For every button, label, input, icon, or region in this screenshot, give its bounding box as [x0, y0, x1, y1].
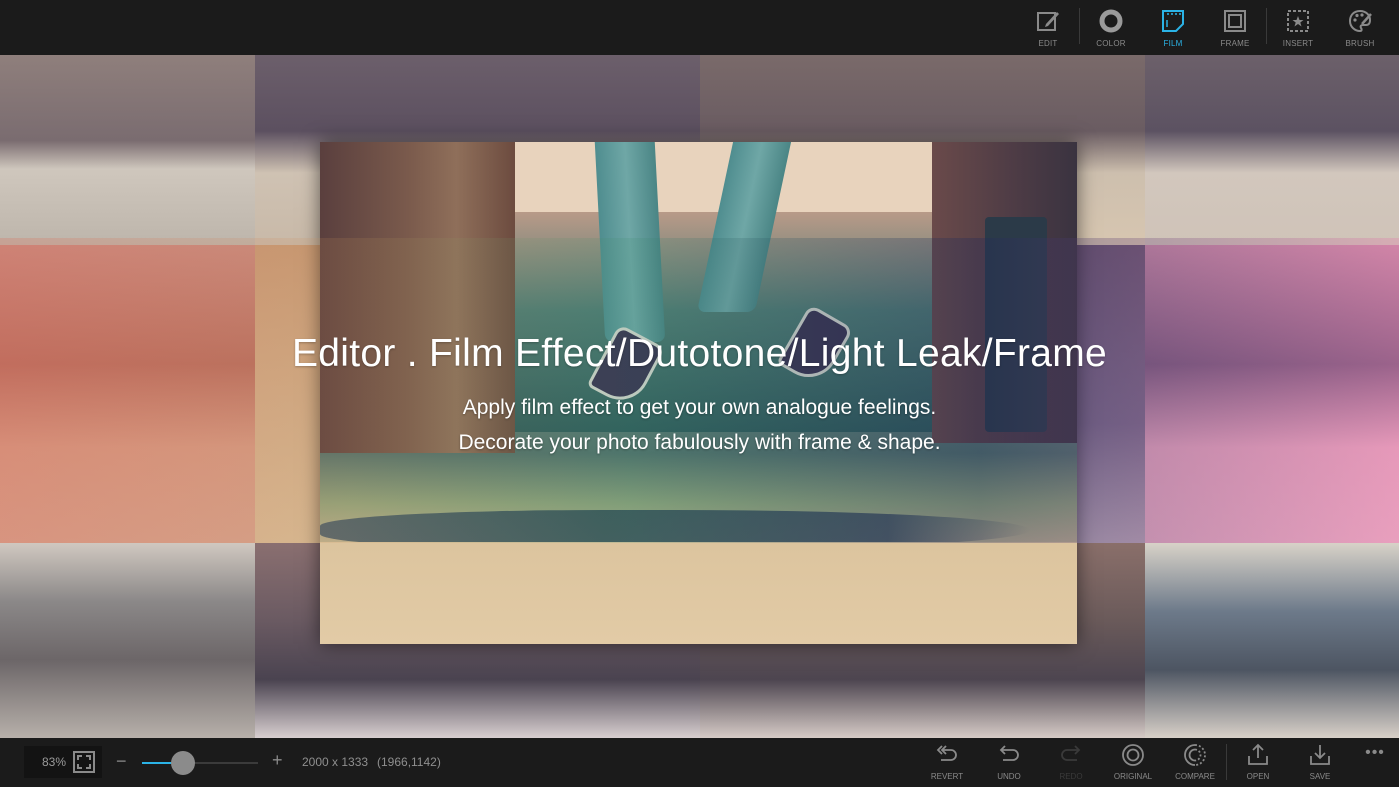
compare-icon: [1184, 744, 1206, 766]
action-label: UNDO: [997, 772, 1021, 781]
film-icon: [1162, 10, 1184, 32]
redo-button[interactable]: REDO: [1040, 738, 1102, 787]
promo-subline-1: Apply film effect to get your own analog…: [462, 396, 937, 419]
color-ring-icon: [1099, 9, 1123, 33]
save-button[interactable]: SAVE: [1289, 738, 1351, 787]
action-label: ORIGINAL: [1113, 772, 1153, 781]
edit-icon: [1037, 12, 1059, 31]
fit-to-screen-icon[interactable]: [73, 751, 95, 773]
tool-label: EDIT: [1038, 39, 1058, 48]
bottom-bar: 83% − + 2000 x 1333 (1966,1142) REVERT U…: [0, 738, 1399, 787]
photo-floor: [320, 542, 1077, 644]
open-button[interactable]: OPEN: [1227, 738, 1289, 787]
collage-tile: [0, 543, 255, 738]
cursor-coordinates: (1966,1142): [377, 755, 441, 769]
image-dimensions: 2000 x 1333: [302, 755, 369, 769]
light-leak-overlay: [0, 238, 1399, 543]
action-buttons: REVERT UNDO REDO ORIGINAL COMPARE OPEN S…: [916, 738, 1399, 787]
zoom-slider-handle[interactable]: [170, 751, 195, 775]
collage-tile: [1145, 543, 1399, 738]
tool-brush[interactable]: BRUSH: [1329, 0, 1391, 55]
revert-icon: [936, 745, 957, 761]
tool-insert[interactable]: INSERT: [1267, 0, 1329, 55]
undo-icon: [999, 745, 1019, 761]
more-options-button[interactable]: •••: [1351, 738, 1399, 787]
redo-icon: [1061, 745, 1081, 761]
undo-button[interactable]: UNDO: [978, 738, 1040, 787]
collage-tile: [1145, 55, 1399, 245]
tool-frame[interactable]: FRAME: [1204, 0, 1266, 55]
photo-editor-app: EDIT COLOR FILM FRAME INSERT BRUSH Edito…: [0, 0, 1399, 787]
original-icon: [1122, 744, 1144, 766]
promo-headline: Editor . Film Effect/Dutotone/Light Leak…: [291, 332, 1108, 375]
tool-label: INSERT: [1282, 39, 1314, 48]
tool-color[interactable]: COLOR: [1080, 0, 1142, 55]
promo-subline-2: Decorate your photo fabulously with fram…: [458, 431, 941, 454]
frame-icon: [1224, 10, 1246, 32]
tool-tabs: EDIT COLOR FILM FRAME INSERT BRUSH: [1017, 0, 1399, 55]
action-label: COMPARE: [1175, 772, 1215, 781]
revert-button[interactable]: REVERT: [916, 738, 978, 787]
action-label: OPEN: [1246, 772, 1270, 781]
zoom-percent: 83%: [42, 755, 67, 769]
zoom-out-button[interactable]: −: [116, 751, 127, 772]
tool-label: FILM: [1163, 39, 1183, 48]
tool-label: BRUSH: [1345, 39, 1375, 48]
tool-edit[interactable]: EDIT: [1017, 0, 1079, 55]
image-canvas[interactable]: Editor . Film Effect/Dutotone/Light Leak…: [0, 55, 1399, 738]
zoom-box: 83%: [24, 746, 102, 778]
action-label: SAVE: [1309, 772, 1331, 781]
zoom-slider[interactable]: [142, 751, 258, 775]
tool-label: COLOR: [1096, 39, 1126, 48]
collage-tile: [0, 55, 255, 245]
palette-brush-icon: [1348, 9, 1372, 33]
action-label: REVERT: [930, 772, 964, 781]
insert-star-icon: [1287, 10, 1309, 32]
action-label: REDO: [1059, 772, 1083, 781]
open-upload-icon: [1248, 743, 1268, 765]
tool-film[interactable]: FILM: [1142, 0, 1204, 55]
original-button[interactable]: ORIGINAL: [1102, 738, 1164, 787]
zoom-in-button[interactable]: +: [272, 750, 283, 771]
top-toolbar: EDIT COLOR FILM FRAME INSERT BRUSH: [0, 0, 1399, 55]
tool-label: FRAME: [1220, 39, 1250, 48]
compare-button[interactable]: COMPARE: [1164, 738, 1226, 787]
save-download-icon: [1310, 745, 1330, 765]
